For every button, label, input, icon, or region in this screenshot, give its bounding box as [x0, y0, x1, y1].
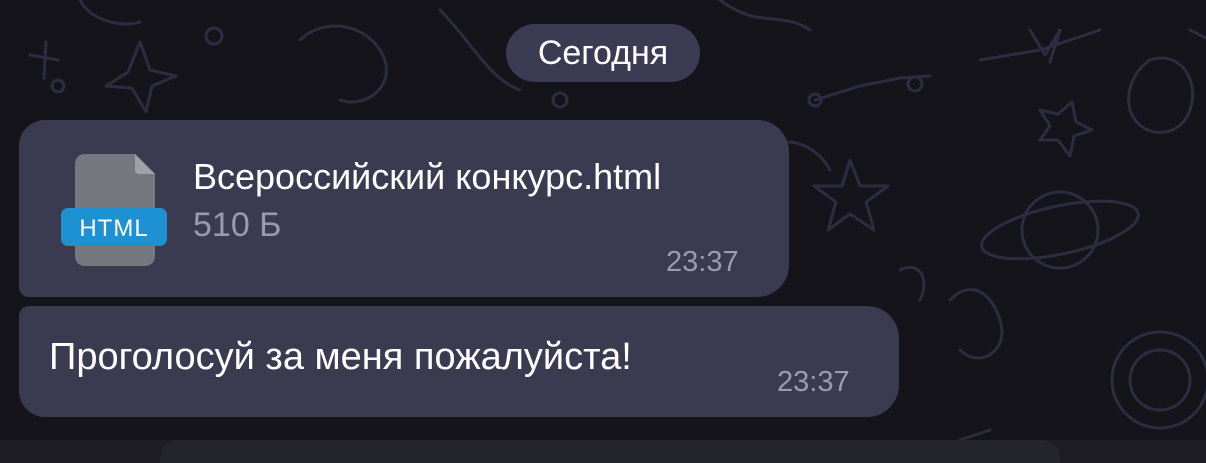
text-message-bubble[interactable]: Проголосуй за меня пожалуйста! 23:37 [19, 306, 899, 417]
html-file-icon[interactable]: HTML [61, 150, 185, 268]
file-type-badge: HTML [79, 215, 148, 242]
date-separator: Сегодня [506, 24, 700, 82]
composer-bar [0, 440, 1206, 463]
message-time: 23:37 [666, 246, 739, 278]
message-time: 23:37 [777, 366, 850, 398]
message-text: Проголосуй за меня пожалуйста! [49, 336, 632, 378]
file-message-bubble[interactable]: HTML Всероссийский конкурс.html 510 Б 23… [19, 120, 789, 297]
message-input[interactable] [160, 440, 1060, 463]
file-size: 510 Б [193, 206, 282, 244]
file-name[interactable]: Всероссийский конкурс.html [193, 156, 661, 198]
